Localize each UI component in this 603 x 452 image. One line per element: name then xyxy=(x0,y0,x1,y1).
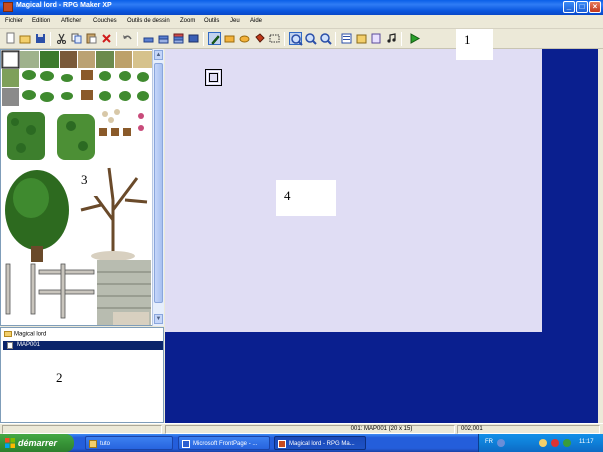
window-title: Magical lord - RPG Maker XP xyxy=(16,2,112,9)
start-label: démarrer xyxy=(18,438,58,448)
rectangle-icon[interactable] xyxy=(223,32,236,45)
scroll-up-icon[interactable]: ▲ xyxy=(154,50,163,60)
menu-afficher[interactable]: Afficher xyxy=(61,18,81,24)
pencil-icon[interactable] xyxy=(208,32,221,45)
tray-security-icon[interactable] xyxy=(551,439,559,447)
toolbar xyxy=(0,29,603,49)
zoom-1-icon[interactable] xyxy=(289,32,303,46)
new-project-icon[interactable] xyxy=(4,32,17,45)
menu-zoom[interactable]: Zoom xyxy=(180,18,195,24)
rpg-maker-window: Magical lord - RPG Maker XP _ □ × Fichie… xyxy=(0,0,603,434)
title-bar: Magical lord - RPG Maker XP _ □ × xyxy=(0,0,603,15)
playtest-icon[interactable] xyxy=(408,32,421,45)
fill-icon[interactable] xyxy=(253,32,266,45)
cut-icon[interactable] xyxy=(55,32,68,45)
select-icon[interactable] xyxy=(268,32,281,45)
menu-couches[interactable]: Couches xyxy=(93,18,117,24)
app-icon xyxy=(3,2,13,12)
system-tray: FR 11:17 xyxy=(478,434,603,452)
close-button[interactable]: × xyxy=(589,1,601,13)
map-canvas[interactable] xyxy=(165,49,542,332)
paste-icon[interactable] xyxy=(85,32,98,45)
ellipse-icon[interactable] xyxy=(238,32,251,45)
menu-edition[interactable]: Edition xyxy=(32,18,50,24)
annotation-label-2: 2 xyxy=(42,370,82,390)
zoom-2-icon[interactable] xyxy=(304,32,317,45)
database-icon[interactable] xyxy=(340,32,353,45)
minimize-button[interactable]: _ xyxy=(563,1,575,13)
windows-logo-icon xyxy=(5,438,15,448)
status-map-info: 001: MAP001 (20 x 15) xyxy=(165,425,455,434)
rpg-maker-icon xyxy=(278,440,286,448)
task-rpg-maker[interactable]: Magical lord - RPG Ma... xyxy=(274,436,366,450)
layer-2-icon[interactable] xyxy=(157,32,170,45)
delete-icon[interactable] xyxy=(100,32,113,45)
frontpage-icon xyxy=(182,440,190,448)
zoom-4-icon[interactable] xyxy=(319,32,332,45)
map-tree-panel: Magical lord MAP001 xyxy=(0,327,164,423)
annotation-label-4: 4 xyxy=(276,180,336,216)
windows-taskbar: démarrer tuto Microsoft FrontPage - ... … xyxy=(0,434,603,452)
start-button[interactable]: démarrer xyxy=(0,434,74,452)
status-coordinates: 002,001 xyxy=(457,425,600,434)
materials-icon[interactable] xyxy=(355,32,368,45)
project-name: Magical lord xyxy=(14,331,47,338)
annotation-label-3: 3 xyxy=(72,168,106,196)
open-project-icon[interactable] xyxy=(19,32,32,45)
tray-help-icon[interactable] xyxy=(497,439,505,447)
events-layer-icon[interactable] xyxy=(187,32,200,45)
undo-icon[interactable] xyxy=(121,32,134,45)
task-tuto[interactable]: tuto xyxy=(85,436,173,450)
layer-3-icon[interactable] xyxy=(172,32,185,45)
folder-icon xyxy=(4,331,12,337)
task-label: tuto xyxy=(100,441,111,447)
layer-1-icon[interactable] xyxy=(142,32,155,45)
annotation-label-1: 1 xyxy=(456,29,493,60)
menu-aide[interactable]: Aide xyxy=(250,18,262,24)
task-label: Microsoft FrontPage - ... xyxy=(193,441,258,447)
save-icon[interactable] xyxy=(34,32,47,45)
menu-fichier[interactable]: Fichier xyxy=(5,18,23,24)
folder-icon xyxy=(89,440,97,448)
menu-jeu[interactable]: Jeu xyxy=(230,18,240,24)
window-right-edge xyxy=(598,49,603,423)
language-indicator[interactable]: FR xyxy=(485,439,493,445)
menu-outils[interactable]: Outils xyxy=(204,18,219,24)
map-page-icon xyxy=(7,342,13,349)
tray-volume-icon[interactable] xyxy=(563,439,571,447)
sound-test-icon[interactable] xyxy=(385,32,398,45)
menu-outils-de-dessin[interactable]: Outils de dessin xyxy=(127,18,170,24)
script-editor-icon[interactable] xyxy=(370,32,383,45)
maximize-button[interactable]: □ xyxy=(576,1,588,13)
scroll-thumb[interactable] xyxy=(154,63,163,303)
tree-map-item[interactable]: MAP001 xyxy=(3,341,163,350)
menu-bar: Fichier Edition Afficher Couches Outils … xyxy=(0,15,603,29)
tileset-scrollbar[interactable]: ▲ ▼ xyxy=(152,49,164,326)
map-name: MAP001 xyxy=(17,342,41,348)
tile-cursor xyxy=(205,69,222,86)
tray-network-icon[interactable] xyxy=(539,439,547,447)
status-bar: 001: MAP001 (20 x 15) 002,001 xyxy=(0,423,603,434)
clock: 11:17 xyxy=(579,439,594,445)
task-frontpage[interactable]: Microsoft FrontPage - ... xyxy=(178,436,270,450)
copy-icon[interactable] xyxy=(70,32,83,45)
status-empty xyxy=(2,425,162,434)
scroll-down-icon[interactable]: ▼ xyxy=(154,314,163,324)
tree-project-root[interactable]: Magical lord xyxy=(4,331,46,338)
task-label: Magical lord - RPG Ma... xyxy=(289,441,355,447)
